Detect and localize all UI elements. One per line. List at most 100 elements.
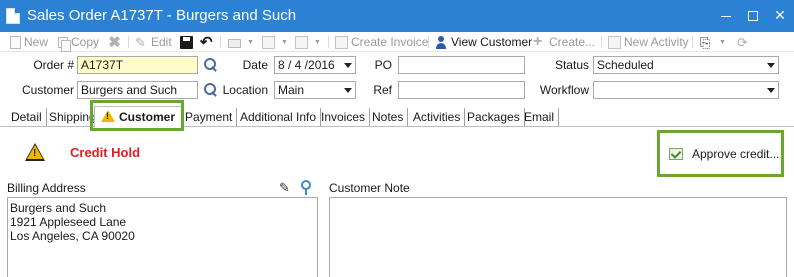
chevron-down-icon xyxy=(344,88,352,93)
tab-notes[interactable]: Notes xyxy=(368,108,409,126)
chevron-down-icon xyxy=(767,63,775,68)
date-picker[interactable]: 8 / 4 /2016 xyxy=(274,56,356,74)
toolbar-separator xyxy=(692,36,693,48)
undo-button[interactable]: ↶ xyxy=(200,34,216,50)
edit-button-label: Edit xyxy=(151,35,172,49)
tab-shipping[interactable]: Shipping xyxy=(45,108,101,126)
create-button-label: Create... xyxy=(549,35,596,49)
new-activity-button[interactable]: New Activity xyxy=(608,34,689,50)
refresh-button[interactable]: ⟳ xyxy=(737,34,753,50)
create-button[interactable]: + Create... xyxy=(533,32,596,50)
tab-detail[interactable]: Detail xyxy=(7,108,47,126)
location-value: Main xyxy=(278,83,305,97)
tab-customer-label: Customer xyxy=(119,110,176,124)
billing-address-label: Billing Address xyxy=(7,181,86,195)
new-document-icon xyxy=(10,35,21,49)
customer-label: Customer xyxy=(21,83,74,97)
tab-email[interactable]: Email xyxy=(520,108,560,126)
address-line: Los Angeles, CA 90020 xyxy=(10,229,135,243)
date-value: 8 / 4 /2016 xyxy=(278,58,335,72)
new-activity-label: New Activity xyxy=(624,35,689,49)
close-icon: ✕ xyxy=(774,7,786,23)
search-icon[interactable] xyxy=(203,57,219,73)
status-label: Status xyxy=(554,58,589,72)
warning-icon xyxy=(25,143,45,161)
order-number-field[interactable]: A1737T xyxy=(77,56,198,74)
refresh-icon: ⟳ xyxy=(737,34,748,50)
chevron-down-icon: ▼ xyxy=(314,38,321,46)
tab-bar: Detail Shipping Customer Payment Additio… xyxy=(0,106,794,128)
create-invoice-button[interactable]: Create Invoice xyxy=(335,34,428,50)
toolbar-separator xyxy=(428,36,429,48)
status-select[interactable]: Scheduled xyxy=(593,56,779,74)
new-button-label: New xyxy=(24,35,49,49)
search-icon[interactable] xyxy=(203,82,219,98)
chevron-down-icon xyxy=(767,88,775,93)
po-label: PO xyxy=(374,58,392,72)
date-label: Date xyxy=(242,58,268,72)
delete-icon: ✖ xyxy=(108,33,121,51)
invoice-icon xyxy=(335,35,348,49)
delete-button[interactable]: ✖ xyxy=(108,34,124,50)
copy-button[interactable]: Copy xyxy=(58,34,100,52)
customer-note-field[interactable] xyxy=(329,197,787,277)
toolbar-separator xyxy=(601,36,602,48)
workflow-select[interactable] xyxy=(593,81,779,99)
chevron-down-icon: ▼ xyxy=(247,38,254,46)
edit-address-icon[interactable]: ✎ xyxy=(279,181,293,195)
toolbar: New Copy ✖ ✎ Edit ↶ ▼ ▼ ▼ Create Invoice… xyxy=(0,32,794,52)
map-pin-icon[interactable] xyxy=(301,180,311,195)
minimize-icon xyxy=(721,15,731,17)
print-button[interactable]: ▼ xyxy=(228,34,254,50)
toolbar-separator xyxy=(128,36,129,48)
maximize-icon xyxy=(748,11,758,22)
approve-credit-button[interactable]: Approve credit... xyxy=(663,135,780,172)
view-customer-button[interactable]: View Customer xyxy=(435,34,532,50)
edit-button[interactable]: ✎ Edit xyxy=(135,34,172,50)
tab-additional-info[interactable]: Additional Info xyxy=(236,108,322,126)
customer-field[interactable]: Burgers and Such xyxy=(77,81,198,99)
save-button[interactable] xyxy=(180,34,196,50)
billing-address-field[interactable]: Burgers and Such 1921 Appleseed Lane Los… xyxy=(7,197,318,277)
close-button[interactable]: ✕ xyxy=(768,4,792,26)
maximize-button[interactable] xyxy=(741,4,765,26)
tab-activities[interactable]: Activities xyxy=(409,108,466,126)
workflow-label: Workflow xyxy=(539,83,589,97)
report-icon xyxy=(262,35,275,49)
person-icon xyxy=(435,35,448,49)
approve-credit-label: Approve credit... xyxy=(692,146,780,161)
chevron-down-icon: ▼ xyxy=(281,38,288,46)
minimize-button[interactable] xyxy=(714,4,738,26)
document-icon xyxy=(295,35,308,49)
location-label: Location xyxy=(222,83,268,97)
copy-button-label: Copy xyxy=(71,35,100,49)
plus-icon: + xyxy=(533,32,543,50)
warning-icon xyxy=(101,110,115,122)
copy-icon xyxy=(58,36,71,52)
tab-payment[interactable]: Payment xyxy=(181,108,238,126)
order-number-label: Order # xyxy=(33,58,74,72)
location-select[interactable]: Main xyxy=(274,81,356,99)
attach-document-button[interactable]: ▼ xyxy=(295,34,321,50)
ref-field[interactable] xyxy=(398,81,525,99)
attachments-button[interactable]: ⎘ ▼ xyxy=(700,34,726,50)
address-line: Burgers and Such xyxy=(10,201,107,215)
title-bar: Sales Order A1737T - Burgers and Such ✕ xyxy=(0,0,794,32)
undo-icon: ↶ xyxy=(200,33,213,51)
document-icon xyxy=(6,8,20,24)
reports-button[interactable]: ▼ xyxy=(262,34,288,50)
new-button[interactable]: New xyxy=(10,34,48,50)
tab-packages[interactable]: Packages xyxy=(463,108,525,126)
print-icon xyxy=(228,38,241,48)
tab-invoices[interactable]: Invoices xyxy=(317,108,371,126)
tab-customer[interactable]: Customer xyxy=(94,106,183,128)
save-icon xyxy=(180,35,193,49)
customer-note-label: Customer Note xyxy=(329,181,410,195)
window-title: Sales Order A1737T - Burgers and Such xyxy=(27,7,297,24)
view-customer-label: View Customer xyxy=(451,35,533,49)
chevron-down-icon xyxy=(344,63,352,68)
po-field[interactable] xyxy=(398,56,525,74)
toolbar-separator xyxy=(328,36,329,48)
create-invoice-label: Create Invoice xyxy=(351,35,429,49)
toolbar-separator xyxy=(220,36,221,48)
